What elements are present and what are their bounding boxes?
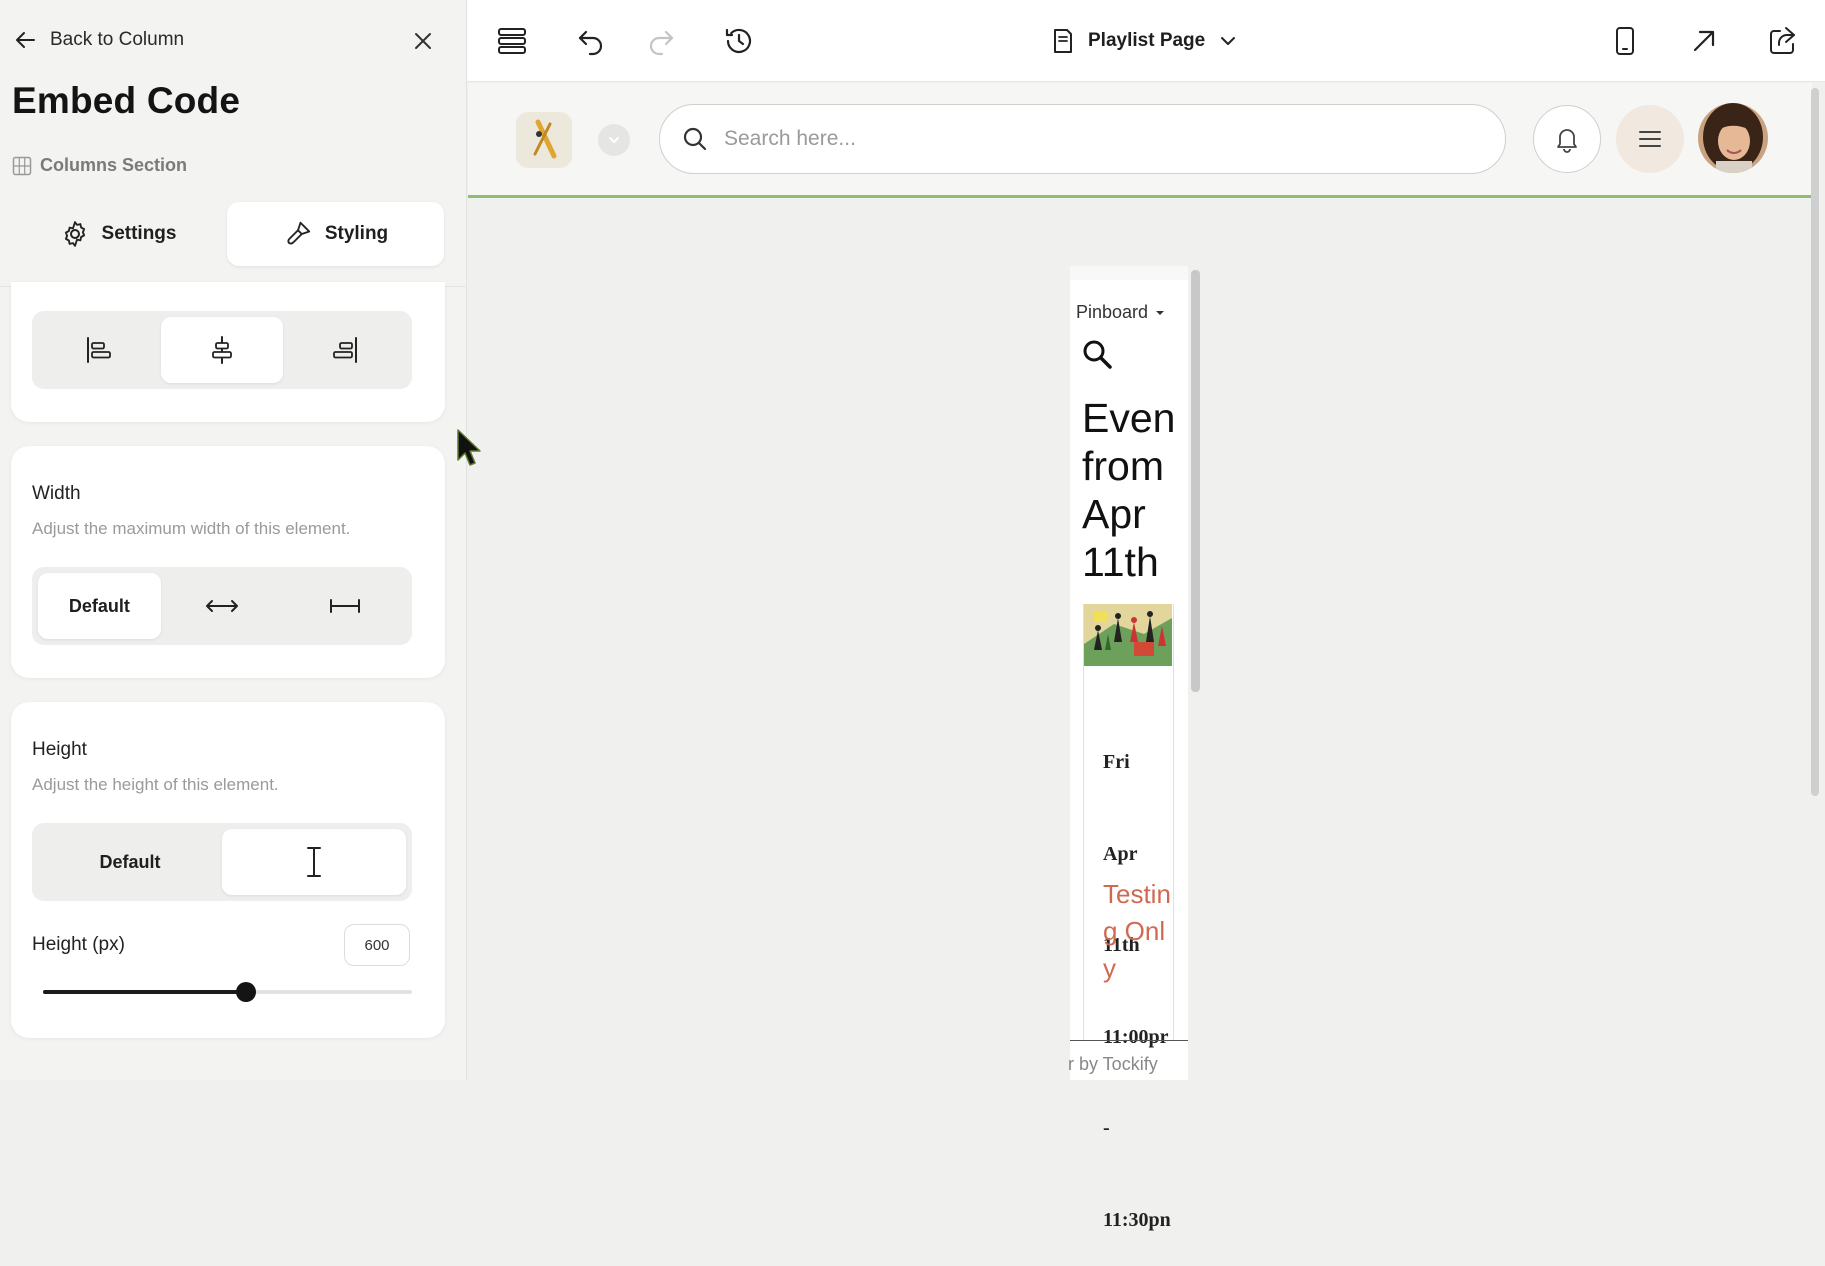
height-segmented-control: Default [32,823,412,901]
share-icon [1766,24,1800,58]
logo-dropdown-button[interactable] [598,124,630,156]
widget-search-button[interactable] [1081,338,1113,370]
mouse-pointer-icon [456,428,482,468]
search-icon [1081,338,1113,370]
height-custom-button[interactable] [222,829,406,895]
user-avatar[interactable] [1698,103,1768,173]
fixed-width-icon [326,596,364,616]
width-fixed-button[interactable] [283,573,406,639]
events-heading-line: 11th [1082,539,1159,585]
height-default-button[interactable]: Default [38,829,222,895]
event-title-link[interactable]: Testing Only [1103,876,1173,987]
view-selector[interactable]: Pinboard [1076,302,1166,323]
event-date-line: Apr [1103,842,1138,865]
page-icon [1050,27,1076,55]
events-heading: Even from Apr 11th [1082,394,1192,586]
hamburger-menu-button[interactable] [1616,105,1684,173]
site-search-box[interactable] [659,104,1506,174]
width-label: Width [32,483,81,504]
align-center-icon [205,333,239,367]
alignment-segmented-control [32,311,412,389]
align-left-button[interactable] [38,317,161,383]
layers-button[interactable] [491,20,533,62]
page-name: Playlist Page [1088,30,1206,51]
events-heading-line: Apr [1082,491,1146,537]
caret-down-icon [1154,308,1166,318]
height-slider-fill [43,990,246,994]
notifications-button[interactable] [1533,105,1601,173]
gear-icon [60,219,90,249]
history-icon [723,25,755,57]
width-default-button[interactable]: Default [38,573,161,639]
event-date-line: 11:30pn [1103,1208,1171,1231]
widget-top-bar [1070,266,1188,280]
tab-settings-label: Settings [101,223,177,244]
tab-styling[interactable]: Styling [227,202,444,266]
search-icon [682,126,708,152]
search-input[interactable] [722,126,1426,152]
width-segmented-control: Default [32,567,412,645]
text-cursor-icon [303,845,325,879]
hamburger-icon [1637,128,1663,150]
panel-title: Embed Code [12,80,241,121]
height-px-input[interactable]: 600 [344,924,410,966]
mobile-preview-icon [1613,25,1637,57]
site-logo[interactable] [516,112,572,168]
back-to-column-label: Back to Column [50,29,185,50]
undo-button[interactable] [570,20,612,62]
full-width-icon [203,596,241,616]
chevron-down-icon [1217,30,1239,52]
event-date-line: Fri [1103,751,1130,773]
width-description: Adjust the maximum width of this element… [32,519,351,538]
section-breadcrumb[interactable]: Columns Section [12,155,187,176]
align-left-icon [82,333,116,367]
event-date-line: - [1103,1117,1110,1139]
widget-scrollbar[interactable] [1191,270,1200,692]
share-button[interactable] [1762,20,1804,62]
back-to-column-link[interactable]: Back to Column [14,26,184,54]
arrow-left-icon [14,28,38,52]
redo-icon [646,26,676,56]
open-external-button[interactable] [1683,20,1725,62]
height-description: Adjust the height of this element. [32,775,279,794]
width-full-button[interactable] [161,573,284,639]
height-px-label: Height (px) [32,934,125,955]
chevron-down-icon [606,132,622,148]
open-external-icon [1689,26,1719,56]
undo-icon [576,26,606,56]
view-selector-label: Pinboard [1076,302,1149,322]
tab-styling-label: Styling [324,223,389,244]
close-panel-button[interactable] [408,26,438,56]
tab-settings[interactable]: Settings [14,202,222,266]
align-right-icon [328,333,362,367]
canvas-scrollbar[interactable] [1811,88,1819,796]
height-slider-thumb[interactable] [235,982,256,1002]
columns-grid-icon [12,156,32,176]
align-center-button[interactable] [160,317,284,383]
events-heading-line: Even [1082,395,1176,441]
align-right-button[interactable] [283,317,406,383]
height-label: Height [32,739,87,760]
powered-by-text[interactable]: r by Tockify [1068,1054,1158,1075]
events-heading-line: from [1082,443,1164,489]
bell-icon [1554,125,1580,153]
redo-button[interactable] [640,20,682,62]
close-icon [412,30,434,52]
section-label: Columns Section [40,155,188,175]
widget-divider [1070,1040,1188,1041]
event-date-line: 11:00pr [1103,1025,1169,1048]
layers-icon [496,25,528,57]
mobile-preview-button[interactable] [1604,20,1646,62]
page-selector[interactable]: Playlist Page [1050,20,1239,62]
paintbrush-icon [283,219,313,249]
event-image[interactable] [1084,604,1172,666]
history-button[interactable] [718,20,760,62]
pen-logo-icon [526,118,562,162]
